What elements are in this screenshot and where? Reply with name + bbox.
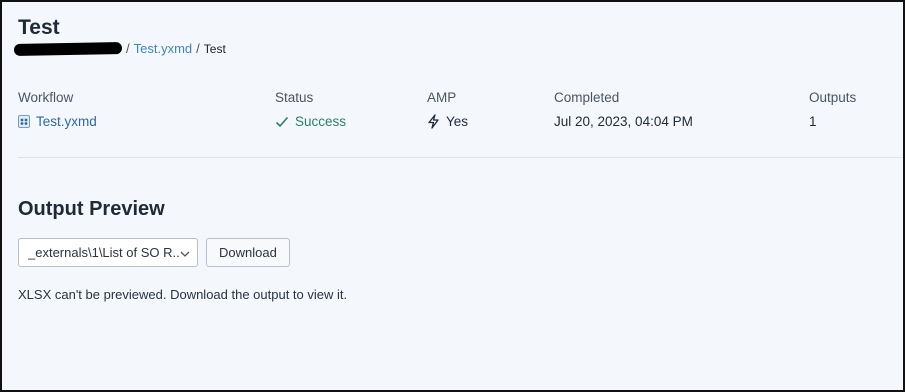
completed-column: Completed Jul 20, 2023, 04:04 PM — [554, 90, 693, 129]
workflow-file-icon — [18, 115, 30, 128]
breadcrumb-link-workflow[interactable]: Test.yxmd — [134, 41, 193, 56]
amp-value: Yes — [446, 114, 469, 129]
output-file-select[interactable]: _externals\1\List of SO R... — [18, 238, 198, 267]
breadcrumb-current: Test — [203, 41, 226, 56]
page-title: Test — [18, 16, 60, 39]
section-divider — [18, 157, 903, 158]
download-button[interactable]: Download — [206, 238, 290, 267]
breadcrumb-separator: / — [196, 41, 200, 56]
redacted-breadcrumb-segment — [13, 41, 123, 56]
completed-value: Jul 20, 2023, 04:04 PM — [554, 114, 693, 129]
breadcrumb: / Test.yxmd / Test — [13, 41, 226, 56]
check-icon — [275, 116, 289, 128]
output-preview-title: Output Preview — [18, 198, 165, 220]
workflow-column: Workflow Test.yxmd — [18, 90, 97, 129]
amp-column: AMP Yes — [427, 90, 468, 129]
breadcrumb-separator: / — [126, 41, 130, 56]
chevron-down-icon — [180, 245, 190, 260]
outputs-label: Outputs — [809, 90, 857, 105]
status-label: Status — [275, 90, 314, 105]
completed-label: Completed — [554, 90, 620, 105]
output-file-select-value: _externals\1\List of SO R... — [28, 245, 180, 260]
workflow-link[interactable]: Test.yxmd — [36, 114, 97, 129]
lightning-icon — [427, 114, 440, 129]
outputs-column: Outputs 1 — [809, 90, 856, 129]
amp-value-row: Yes — [427, 114, 468, 129]
status-value: Success — [295, 114, 347, 129]
outputs-value: 1 — [809, 114, 817, 129]
workflow-value-row[interactable]: Test.yxmd — [18, 114, 97, 129]
status-value-row: Success — [275, 114, 346, 129]
status-column: Status Success — [275, 90, 346, 129]
amp-label: AMP — [427, 90, 457, 105]
page: Test / Test.yxmd / Test Workflow Test.yx… — [0, 0, 905, 392]
workflow-label: Workflow — [18, 90, 74, 105]
preview-unavailable-message: XLSX can't be previewed. Download the ou… — [18, 287, 348, 302]
output-preview-controls: _externals\1\List of SO R... Download — [18, 238, 290, 267]
job-metadata: Workflow Test.yxmd Status Success AMP Ye… — [18, 90, 903, 150]
